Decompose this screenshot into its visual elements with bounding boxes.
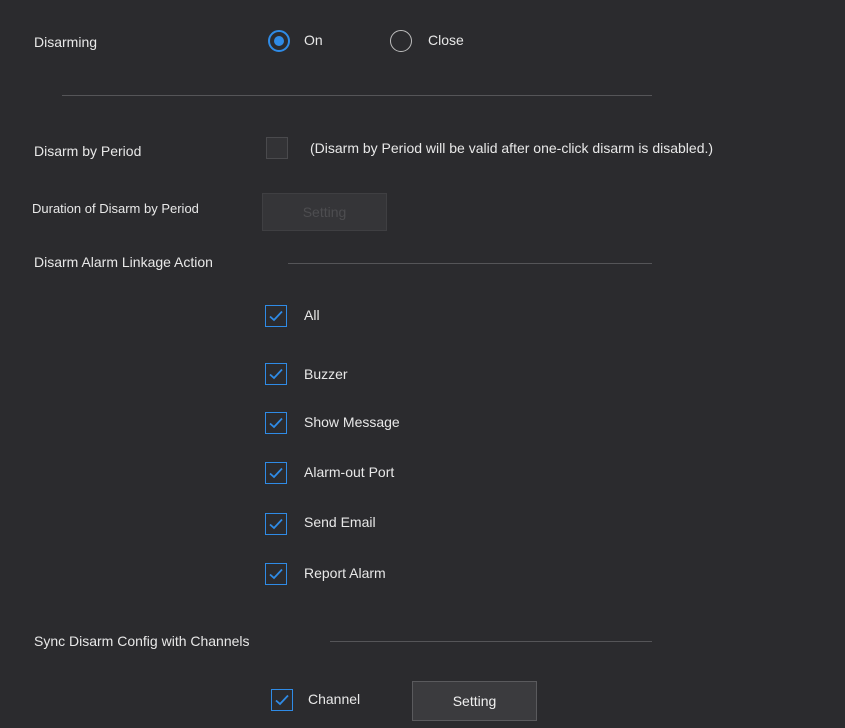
linkage-item-label[interactable]: Buzzer: [304, 366, 348, 382]
linkage-item-label[interactable]: Send Email: [304, 514, 376, 530]
sync-setting-button[interactable]: Setting: [412, 681, 537, 721]
checkmark-icon[interactable]: [265, 363, 287, 385]
checkmark-icon[interactable]: [265, 305, 287, 327]
disarm-by-period-checkbox[interactable]: [266, 137, 288, 159]
linkage-item-label[interactable]: Alarm-out Port: [304, 464, 394, 480]
disarm-by-period-note: (Disarm by Period will be valid after on…: [310, 140, 714, 156]
radio-unselected-icon[interactable]: [390, 30, 412, 52]
disarm-by-period-label: Disarm by Period: [34, 143, 142, 159]
sync-section-title: Sync Disarm Config with Channels: [34, 633, 250, 649]
sync-channel-label[interactable]: Channel: [308, 691, 360, 707]
linkage-item-label[interactable]: All: [304, 307, 320, 323]
checkmark-icon[interactable]: [265, 462, 287, 484]
linkage-item-label[interactable]: Report Alarm: [304, 565, 386, 581]
linkage-item-label[interactable]: Show Message: [304, 414, 400, 430]
checkmark-icon[interactable]: [265, 563, 287, 585]
disarming-label: Disarming: [34, 34, 98, 50]
disarming-option-close-label[interactable]: Close: [428, 32, 464, 48]
sync-divider: [330, 641, 652, 642]
duration-label: Duration of Disarm by Period: [32, 201, 199, 216]
disarming-option-on-label[interactable]: On: [304, 32, 323, 48]
checkmark-icon[interactable]: [271, 689, 293, 711]
divider: [62, 95, 652, 96]
linkage-divider: [288, 263, 652, 264]
checkmark-icon[interactable]: [265, 513, 287, 535]
duration-setting-button[interactable]: Setting: [262, 193, 387, 231]
linkage-section-title: Disarm Alarm Linkage Action: [34, 254, 213, 270]
checkmark-icon[interactable]: [265, 412, 287, 434]
radio-selected-icon[interactable]: [268, 30, 290, 52]
